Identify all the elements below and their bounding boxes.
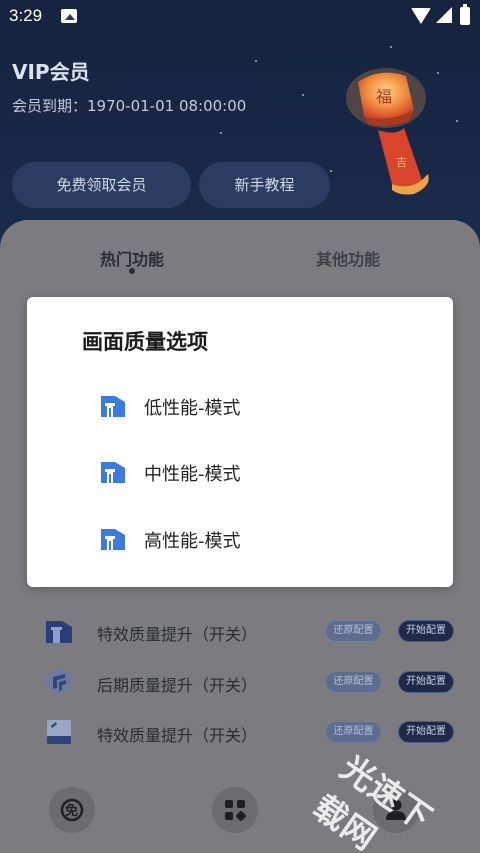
svg-text:免: 免: [65, 803, 78, 819]
tutorial-button[interactable]: 新手教程: [199, 162, 330, 208]
building-icon: [46, 621, 72, 643]
quality-mode-icon: [101, 396, 125, 417]
feature-label: 后期质量提升（开关）: [97, 676, 258, 695]
quality-mode-icon: [101, 462, 125, 483]
quality-option-low[interactable]: 低性能-模式: [97, 385, 397, 425]
feature-label: 特效质量提升（开关）: [97, 625, 258, 644]
tab-hot-features[interactable]: 热门功能: [100, 246, 164, 270]
restore-config-button[interactable]: 还原配置: [325, 671, 382, 693]
quality-mode-icon: [101, 529, 125, 550]
lantern-illustration: 福 吉: [346, 68, 429, 195]
wifi-icon: [411, 8, 431, 24]
layers-icon: [46, 668, 72, 695]
tab-other-features[interactable]: 其他功能: [316, 246, 380, 270]
start-config-button[interactable]: 开始配置: [398, 620, 454, 642]
svg-text:福: 福: [376, 87, 392, 106]
status-time: 3:29: [9, 6, 43, 25]
feature-row: 特效质量提升（开关） 还原配置 开始配置: [0, 714, 480, 754]
battery-icon: [460, 4, 470, 25]
free-icon[interactable]: 免: [49, 787, 95, 833]
grid-icon[interactable]: [212, 787, 258, 833]
vip-title: VIP会员: [12, 60, 90, 84]
card-icon: [47, 720, 71, 744]
vip-expire-date: 会员到期：1970-01-01 08:00:00: [12, 97, 247, 115]
svg-text:吉: 吉: [396, 156, 407, 169]
option-label: 高性能-模式: [144, 531, 241, 552]
restore-config-button[interactable]: 还原配置: [325, 620, 382, 642]
image-notification-icon: [61, 9, 77, 23]
tab-active-indicator: [129, 268, 135, 274]
status-bar: 3:29: [0, 0, 480, 34]
app-screen: 3:29 VIP会员 会员到期：1970-01-01 08:00:00 免费领取…: [0, 0, 480, 853]
start-config-button[interactable]: 开始配置: [398, 671, 454, 693]
start-config-button[interactable]: 开始配置: [398, 721, 454, 743]
option-label: 中性能-模式: [144, 464, 241, 485]
signal-icon: [436, 7, 452, 23]
quality-option-medium[interactable]: 中性能-模式: [97, 451, 397, 491]
free-vip-button[interactable]: 免费领取会员: [12, 162, 191, 208]
restore-config-button[interactable]: 还原配置: [325, 721, 382, 743]
dialog-title: 画面质量选项: [82, 330, 208, 354]
feature-label: 特效质量提升（开关）: [97, 726, 258, 745]
feature-row: 后期质量提升（开关） 还原配置 开始配置: [0, 664, 480, 704]
feature-row: 特效质量提升（开关） 还原配置 开始配置: [0, 613, 480, 653]
quality-options-dialog: 画面质量选项 低性能-模式 中性能-模式 高性能-模式: [27, 297, 453, 587]
quality-option-high[interactable]: 高性能-模式: [97, 518, 397, 558]
option-label: 低性能-模式: [144, 398, 241, 419]
